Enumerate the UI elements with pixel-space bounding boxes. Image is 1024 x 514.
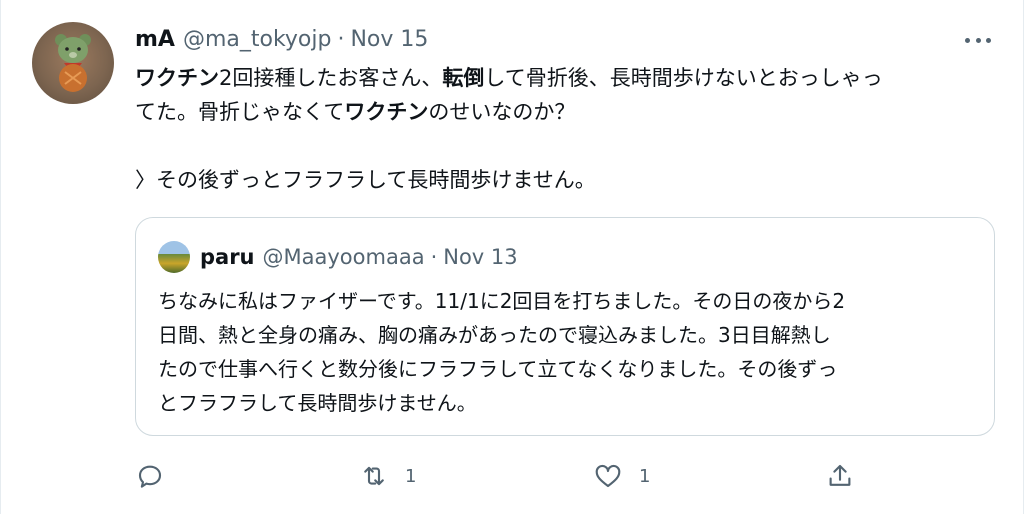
author-avatar[interactable] <box>32 22 114 104</box>
share-icon <box>829 464 851 486</box>
quoted-tweet-date: Nov 13 <box>443 245 518 269</box>
share-button[interactable] <box>825 456 855 496</box>
tweet-header: mA @ma_tokyojp · Nov 15 <box>135 24 428 54</box>
tweet-text-bold: ワクチン <box>135 66 219 90</box>
reply-button[interactable] <box>135 456 165 496</box>
quoted-text-line: とフラフラして長時間歩けません。 <box>158 391 477 415</box>
quoted-header-separator: · <box>430 245 438 269</box>
retweet-button[interactable]: 1 <box>359 456 416 496</box>
heart-icon <box>595 464 621 488</box>
quoted-tweet-header: paru @Maayoomaaa · Nov 13 <box>200 242 518 272</box>
header-separator: · <box>337 26 345 52</box>
tweet-text-span: して骨折後、長時間歩けないとおっしゃっ <box>484 66 883 90</box>
quoted-tweet[interactable]: paru @Maayoomaaa · Nov 13 ちなみに私はファイザーです。… <box>135 217 995 436</box>
bear-doll-image <box>55 34 91 92</box>
tweet-text: ワクチン2回接種したお客さん、転倒して骨折後、長時間歩けないとおっしゃっ てた。… <box>135 61 995 197</box>
quoted-author-handle: @Maayoomaaa <box>262 245 425 269</box>
quoted-tweet-text: ちなみに私はファイザーです。11/1に2回目を打ちました。その日の夜から2 日間… <box>158 284 978 420</box>
tweet-text-bold: ワクチン <box>344 100 429 124</box>
tweet-actions: 1 1 <box>135 456 865 496</box>
reply-icon <box>138 465 162 488</box>
tweet-card: mA @ma_tokyojp · Nov 15 ワクチン2回接種したお客さん、転… <box>0 0 1024 514</box>
quoted-text-line: ちなみに私はファイザーです。11/1に2回目を打ちました。その日の夜から2 <box>158 289 846 313</box>
tweet-text-span: のせいなのか？ <box>428 100 576 124</box>
more-options-icon[interactable] <box>961 30 995 50</box>
quoted-text-line: 日間、熱と全身の痛み、胸の痛みがあったので寝込みました。3日目解熱し <box>158 323 831 347</box>
like-count: 1 <box>639 465 651 487</box>
tweet-date[interactable]: Nov 15 <box>350 27 428 52</box>
tweet-text-line: ワクチン2回接種したお客さん、転倒して骨折後、長時間歩けないとおっしゃっ <box>135 61 995 95</box>
tweet-text-span: 2回接種したお客さん、 <box>219 66 443 90</box>
quoted-author-avatar <box>158 241 190 273</box>
tweet-text-span: てた。骨折じゃなくて <box>135 100 345 124</box>
author-name[interactable]: mA <box>135 27 175 52</box>
quoted-author-name: paru <box>200 245 255 269</box>
quoted-text-line: たので仕事へ行くと数分後にフラフラして立てなくなりました。その後ずっ <box>158 357 838 381</box>
retweet-icon <box>364 466 384 486</box>
tweet-quote-excerpt: 〉その後ずっとフラフラして長時間歩けません。 <box>135 168 596 192</box>
author-handle[interactable]: @ma_tokyojp <box>183 27 332 52</box>
tweet-text-bold: 転倒 <box>442 66 485 90</box>
retweet-count: 1 <box>405 465 417 487</box>
like-button[interactable]: 1 <box>593 456 650 496</box>
tweet-text-line: てた。骨折じゃなくてワクチンのせいなのか？ <box>135 95 995 129</box>
